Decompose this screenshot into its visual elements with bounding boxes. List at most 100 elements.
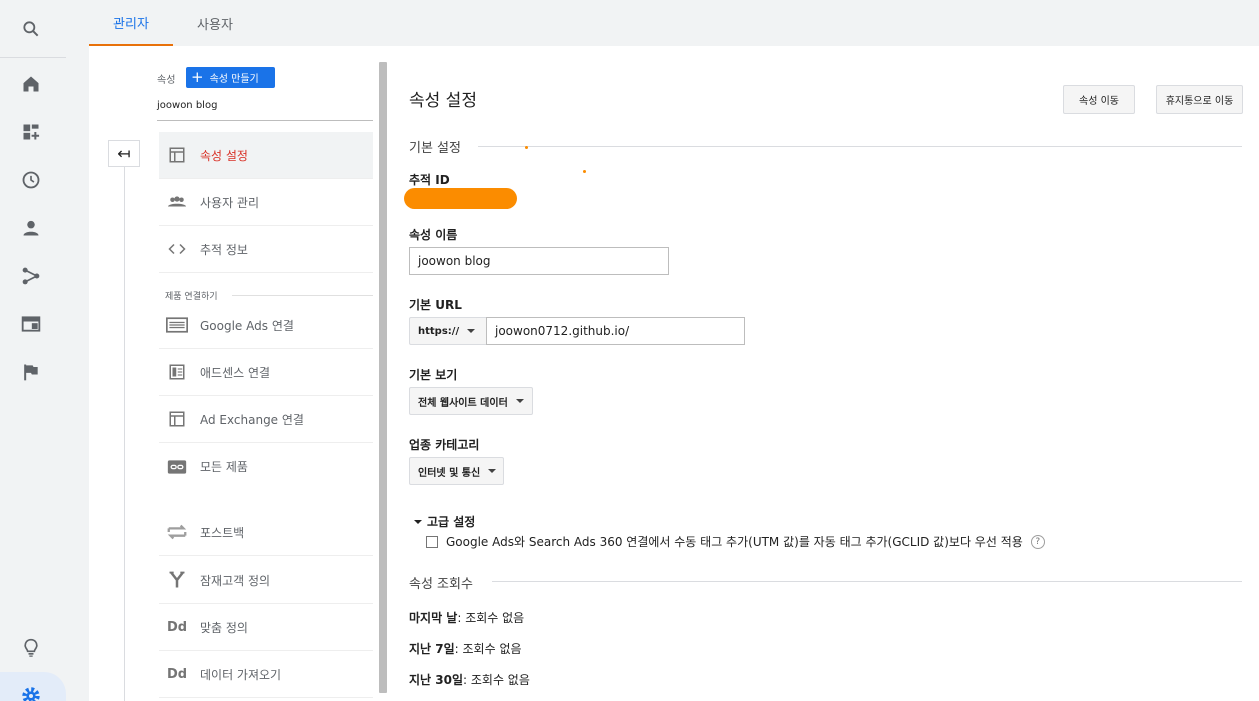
page-title: 속성 설정 [409,91,477,111]
dashboard-add-icon[interactable] [19,120,43,144]
protocol-value: https:// [418,325,460,337]
swap-icon [159,521,195,543]
flag-icon[interactable] [19,360,43,384]
person-icon[interactable] [19,216,43,240]
protocol-dropdown[interactable]: https:// [409,317,487,345]
help-icon[interactable]: ? [1030,534,1045,549]
create-property-button[interactable]: + 속성 만들기 [186,67,275,88]
nav-label: Ad Exchange 연결 [200,412,304,427]
nav-label: 속성 설정 [200,148,248,163]
default-url-input[interactable]: joowon0712.github.io/ [486,317,745,345]
nav-data-import[interactable]: Dd 데이터 가져오기 [159,651,373,698]
redaction-dot [583,170,586,173]
nav-ad-exchange-link[interactable]: Ad Exchange 연결 [159,396,373,443]
nav-postback[interactable]: 포스트백 [159,509,373,556]
industry-category-dropdown[interactable]: 인터넷 및 통신 [409,457,504,485]
create-property-label: 속성 만들기 [209,74,259,85]
advanced-settings-toggle[interactable]: 고급 설정 [414,513,475,530]
nav-audience-definitions[interactable]: 잠재고객 정의 [159,557,373,604]
nav-custom-definitions[interactable]: Dd 맞춤 정의 [159,604,373,651]
search-icon[interactable] [19,17,43,41]
property-hits-heading: 속성 조회수 [409,577,473,592]
nav-label: 맞춤 정의 [200,620,248,635]
chevron-down-icon [515,399,524,403]
section-divider [478,146,1242,147]
chevron-down-icon [467,329,476,333]
tab-admin[interactable]: 관리자 [89,0,173,46]
settings-icon[interactable] [19,684,43,701]
chevron-down-icon [488,469,497,473]
hits-last-7-days: 지난 7일: 조회수 없음 [409,640,522,657]
move-to-trash-button[interactable]: 휴지통으로 이동 [1156,85,1243,114]
nav-all-products[interactable]: 모든 제품 [159,443,373,490]
fork-icon [159,570,195,590]
move-property-button[interactable]: 속성 이동 [1063,85,1135,114]
product-links-heading: 제품 연결하기 [165,292,218,302]
property-name-input[interactable]: joowon blog [409,247,669,275]
adsense-icon [159,363,195,381]
chevron-down-icon [414,519,422,524]
back-arrow-button[interactable]: ↤ [108,140,140,167]
link-icon [159,459,195,475]
hits-value: : 조회수 없음 [457,611,525,625]
dd-icon: Dd [166,619,188,635]
rail-divider [0,57,66,58]
hits-value: : 조회수 없음 [454,642,522,656]
property-selector[interactable]: joowon blog [157,100,373,121]
ads-icon [159,317,195,333]
nav-label: 잠재고객 정의 [200,573,271,588]
section-divider [232,295,373,296]
nav-label: 포스트백 [200,525,245,540]
plus-icon: + [191,68,204,86]
nav-label: 데이터 가져오기 [200,667,282,682]
nav-label: Google Ads 연결 [200,318,294,333]
group-icon [159,193,195,211]
home-icon[interactable] [19,72,43,96]
nav-tracking-info[interactable]: 추적 정보 [159,226,373,273]
dd-icon: Dd [166,666,188,682]
hits-value: : 조회수 없음 [463,673,530,687]
fork-icon[interactable] [19,264,43,288]
default-view-value: 전체 웹사이트 데이터 [418,397,508,409]
left-rail [0,0,66,701]
tracking-id-redacted [404,188,517,209]
nav-scrollbar[interactable] [379,62,387,693]
lightbulb-icon[interactable] [19,636,43,660]
nav-google-ads-link[interactable]: Google Ads 연결 [159,302,373,349]
advanced-settings-label: 고급 설정 [427,515,476,529]
hits-period: 지난 30일 [409,673,463,687]
hits-last-day: 마지막 날: 조회수 없음 [409,609,524,626]
hits-period: 지난 7일 [409,642,455,656]
default-view-dropdown[interactable]: 전체 웹사이트 데이터 [409,387,533,415]
ga-admin-app: 관리자 사용자 속성 + 속성 만들기 joowon blog ↤ 속성 설정 … [0,0,1259,701]
industry-category-label: 업종 카테고리 [409,438,480,452]
manual-tagging-option: Google Ads와 Search Ads 360 연결에서 수동 태그 추가… [426,533,1045,550]
nav-label: 사용자 관리 [200,195,260,210]
hits-last-30-days: 지난 30일: 조회수 없음 [409,671,530,688]
nav-adsense-link[interactable]: 애드센스 연결 [159,349,373,396]
default-url-label: 기본 URL [409,298,462,312]
manual-tagging-checkbox[interactable] [426,535,438,548]
layout-icon [159,410,195,428]
tree-line [124,167,125,701]
redaction-dot [525,146,528,149]
clock-icon[interactable] [19,168,43,192]
nav-label: 추적 정보 [200,242,248,257]
layout-icon [159,146,195,164]
hits-period: 마지막 날 [409,611,458,625]
display-icon[interactable] [19,312,43,336]
top-tabs: 관리자 사용자 [89,0,1259,46]
manual-tagging-label: Google Ads와 Search Ads 360 연결에서 수동 태그 추가… [446,535,1023,549]
property-name-label: 속성 이름 [409,228,458,242]
tracking-id-label: 추적 ID [409,173,450,187]
industry-category-value: 인터넷 및 통신 [418,467,481,479]
property-label: 속성 [157,75,176,86]
nav-user-management[interactable]: 사용자 관리 [159,179,373,226]
basic-settings-heading: 기본 설정 [409,141,461,156]
nav-property-settings[interactable]: 속성 설정 [159,132,373,179]
tab-user[interactable]: 사용자 [173,0,257,46]
code-icon [159,240,195,258]
default-view-label: 기본 보기 [409,368,458,382]
section-divider [492,581,1242,582]
nav-label: 모든 제품 [200,460,248,474]
